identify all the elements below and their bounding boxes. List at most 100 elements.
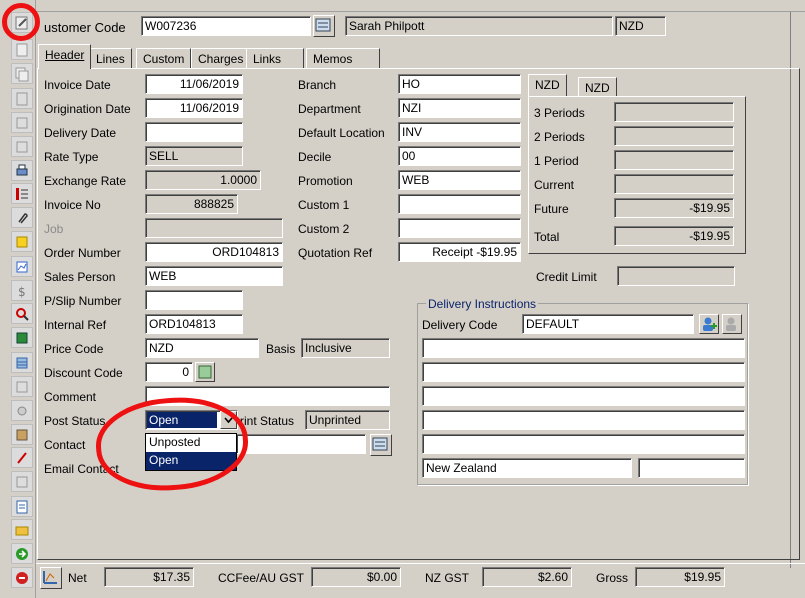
nzgst-label: NZ GST [425,571,469,585]
pslip-number-input[interactable] [145,290,243,310]
lookup-icon[interactable] [11,112,33,133]
grid-icon[interactable] [11,352,33,373]
settings-icon[interactable] [11,400,33,421]
attachment-icon[interactable] [11,207,33,228]
branch-input[interactable]: HO [398,74,521,94]
next-icon[interactable] [11,543,33,564]
stop-icon[interactable] [11,567,33,588]
print-status-field: Unprinted [305,410,390,430]
currency-field: NZD [615,16,666,36]
invoice-no-field: 888825 [145,194,238,214]
internal-ref-input[interactable]: ORD104813 [145,314,243,334]
print-icon[interactable] [11,160,33,181]
aging-current-label: Current [534,178,575,192]
postcode-input[interactable] [638,458,745,478]
customer-name-field: Sarah Philpott [345,16,613,36]
address-line-1[interactable] [422,338,745,358]
net-label: Net [68,571,87,585]
promotion-label: Promotion [298,174,353,188]
table-icon[interactable] [11,424,33,445]
network-icon[interactable] [11,327,33,348]
export-doc-icon[interactable] [11,471,33,492]
ccfee-value: $0.00 [311,567,401,587]
basis-label: Basis [266,342,296,356]
tab-memos[interactable]: Memos [306,48,380,68]
gross-label: Gross [596,571,629,585]
comment-label: Comment [44,390,97,404]
new-document-icon[interactable] [11,39,33,60]
customer-code-input[interactable]: W007236 [141,16,311,36]
contact-input[interactable] [236,434,366,454]
decile-label: Decile [298,150,332,164]
price-code-input[interactable]: NZD [145,338,259,358]
chart-icon[interactable] [11,256,33,277]
quotation-ref-input[interactable]: Receipt -$19.95 [398,242,521,262]
branch-label: Branch [298,78,337,92]
address-line-4[interactable] [422,410,745,430]
pslip-number-label: P/Slip Number [44,294,122,308]
totals-chart-icon[interactable] [40,567,62,589]
tab-custom[interactable]: Custom [136,48,192,68]
comment-input[interactable] [145,386,390,406]
delivery-code-input[interactable]: DEFAULT [522,314,694,334]
sales-person-input[interactable]: WEB [145,266,283,286]
address-line-5[interactable] [422,434,745,454]
post-status-label: Post Status [44,414,106,428]
country-input[interactable]: New Zealand [422,458,632,478]
tab-charges[interactable]: Charges [191,48,251,68]
tab-lines[interactable]: Lines [89,48,132,68]
remove-user-icon[interactable] [722,314,742,334]
post-status-option-open[interactable]: Open [146,452,236,470]
list-icon[interactable] [11,183,33,204]
note-icon[interactable] [11,231,33,252]
contact-calculator-icon[interactable] [370,434,392,456]
notepad-icon[interactable] [11,496,33,517]
folder-icon[interactable] [11,519,33,540]
default-location-input[interactable]: INV [398,122,521,142]
tab-header[interactable]: Header [38,44,92,69]
exchange-rate-field: 1.0000 [145,170,261,190]
aging-tab-nzd-2[interactable]: NZD [578,77,617,96]
post-status-value: Open [147,412,217,428]
post-status-dropdown: Unposted Open [145,433,237,471]
add-user-icon[interactable] [699,314,719,334]
copy-document-icon[interactable] [11,63,33,84]
price-code-label: Price Code [44,342,104,356]
report-icon[interactable] [11,376,33,397]
basis-field: Inclusive [301,338,390,358]
address-line-2[interactable] [422,362,745,382]
custom2-input[interactable] [398,218,521,238]
aging-1-period-value [614,150,734,170]
aging-tab-nzd-1[interactable]: NZD [528,74,567,96]
aging-2-periods-value [614,126,734,146]
address-line-3[interactable] [422,386,745,406]
pen-icon[interactable] [11,447,33,468]
order-number-input[interactable]: ORD104813 [145,242,283,262]
discount-lookup-icon[interactable] [195,362,215,382]
net-value: $17.35 [104,567,194,587]
export-icon[interactable] [11,136,33,157]
chevron-down-icon[interactable] [220,411,237,429]
invoice-date-input[interactable]: 11/06/2019 [145,74,243,94]
quotation-ref-label: Quotation Ref [298,246,373,260]
origination-date-input[interactable]: 11/06/2019 [145,98,243,118]
edit-icon[interactable] [11,12,33,33]
post-status-option-unposted[interactable]: Unposted [146,434,236,452]
tab-links[interactable]: Links [246,48,304,68]
custom1-input[interactable] [398,194,521,214]
delivery-date-label: Delivery Date [44,126,117,140]
aging-3-periods-label: 3 Periods [534,106,585,120]
discount-code-input[interactable]: 0 [145,362,193,382]
decile-input[interactable]: 00 [398,146,521,166]
job-field [145,218,283,238]
delivery-date-input[interactable] [145,122,243,142]
calculator-icon[interactable] [313,15,335,37]
aging-2-periods-label: 2 Periods [534,130,585,144]
promotion-input[interactable]: WEB [398,170,521,190]
department-input[interactable]: NZI [398,98,521,118]
document-icon[interactable] [11,88,33,109]
search-icon[interactable] [11,303,33,324]
invoice-no-label: Invoice No [44,198,101,212]
gross-value: $19.95 [635,567,725,587]
money-icon[interactable]: $ [11,280,33,301]
